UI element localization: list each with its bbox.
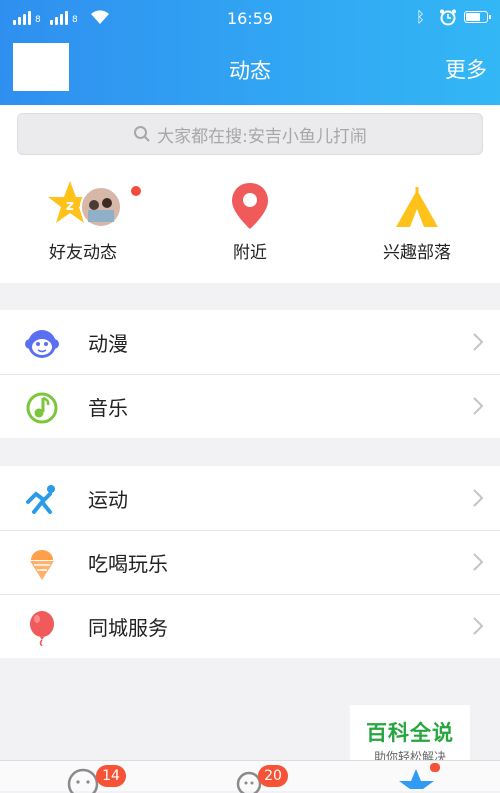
feature-label: 附近 (233, 243, 267, 263)
feature-interest-tribe[interactable]: 兴趣部落 (342, 177, 492, 263)
bottom-tab-bar: 14 20 (0, 760, 500, 793)
alarm-icon (440, 9, 456, 26)
location-pin-icon (232, 183, 268, 229)
tab-messages-icon[interactable] (66, 767, 100, 793)
balloon-icon (30, 611, 54, 646)
list-item-city-services[interactable]: 同城服务 (0, 594, 500, 658)
status-bar: 8 8 16:59 ᛒ (0, 0, 500, 36)
search-bar[interactable]: 大家都在搜:安吉小鱼儿打闹 (17, 113, 483, 155)
list-item-label: 运动 (88, 487, 128, 512)
feature-label: 兴趣部落 (383, 243, 451, 263)
feature-friend-feed[interactable]: z 好友动态 (8, 177, 158, 263)
battery-level (466, 13, 481, 21)
page-title: 动态 (229, 59, 271, 83)
chevron-right-icon (473, 617, 484, 635)
menu-group-2: 运动 吃喝玩乐 同城服务 (0, 466, 500, 658)
battery-icon (464, 11, 491, 23)
svg-text:z: z (66, 198, 74, 214)
running-icon (26, 485, 55, 514)
list-item-anime[interactable]: 动漫 (0, 310, 500, 374)
bluetooth-icon: ᛒ (416, 8, 426, 26)
watermark-title: 百科全说 (366, 721, 454, 745)
search-placeholder: 大家都在搜:安吉小鱼儿打闹 (157, 126, 367, 147)
music-note-icon (26, 392, 58, 424)
feature-label: 好友动态 (49, 243, 117, 263)
watermark: 百科全说 助你轻松解决 (350, 705, 470, 765)
chevron-right-icon (473, 333, 484, 351)
tab-discover-star-icon[interactable] (396, 763, 442, 791)
messages-badge: 14 (96, 765, 126, 787)
menu-group-1: 动漫 音乐 (0, 310, 500, 438)
chevron-right-icon (473, 397, 484, 415)
list-item-label: 动漫 (88, 331, 128, 356)
top-header: 8 8 16:59 ᛒ 动态 更多 (0, 0, 500, 105)
list-item-label: 音乐 (88, 395, 128, 420)
list-item-label: 吃喝玩乐 (88, 551, 168, 576)
ice-cream-icon (30, 550, 54, 580)
list-item-music[interactable]: 音乐 (0, 374, 500, 438)
more-button[interactable]: 更多 (445, 54, 487, 84)
list-item-label: 同城服务 (88, 615, 168, 640)
monkey-face-icon (25, 330, 59, 358)
qzone-star-icon: z (48, 181, 122, 228)
chevron-right-icon (473, 553, 484, 571)
tent-icon (396, 187, 438, 227)
list-item-sports[interactable]: 运动 (0, 466, 500, 530)
search-icon (134, 126, 150, 142)
notification-dot (130, 185, 142, 197)
search-section: 大家都在搜:安吉小鱼儿打闹 z 好友动态 附近 兴趣部落 (0, 105, 500, 283)
list-item-food-fun[interactable]: 吃喝玩乐 (0, 530, 500, 594)
feature-nearby[interactable]: 附近 (175, 177, 325, 263)
chevron-right-icon (473, 489, 484, 507)
contacts-badge: 20 (258, 765, 288, 787)
